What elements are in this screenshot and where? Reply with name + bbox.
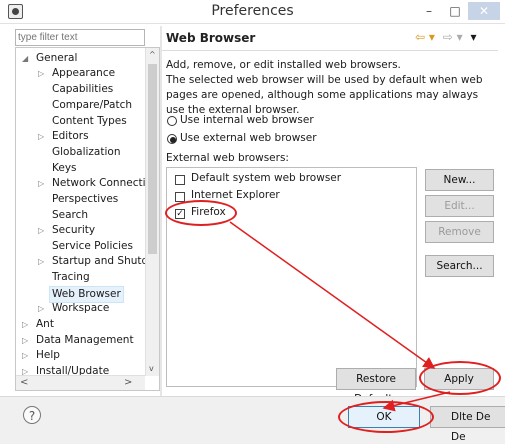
cancel-button[interactable]: Dlte De De	[430, 406, 505, 443]
expand-right-icon[interactable]: ▷	[38, 254, 44, 269]
filter-input[interactable]	[15, 29, 145, 46]
tree-item-general[interactable]: ◢ General	[22, 51, 77, 66]
tree-item-network[interactable]: ▷ Network Connecti	[38, 176, 146, 191]
tree-item-editors[interactable]: ▷ Editors	[38, 129, 89, 144]
new-button[interactable]: New...	[425, 169, 494, 191]
radio-internal-label[interactable]: Use internal web browser	[180, 114, 314, 126]
maximize-button[interactable]: □	[444, 2, 466, 20]
tree-item-data-management[interactable]: ▷ Data Management	[22, 333, 134, 348]
tree-item-content-types[interactable]: Content Types	[52, 114, 127, 129]
radio-external-label[interactable]: Use external web browser	[180, 132, 317, 144]
tree-item-security[interactable]: ▷ Security	[38, 223, 95, 238]
tree-vertical-scrollbar[interactable]: ^ v	[145, 48, 159, 376]
view-menu-icon[interactable]: ▾	[470, 30, 476, 44]
tree-item-help[interactable]: ▷ Help	[22, 348, 60, 363]
scroll-thumb[interactable]	[148, 64, 157, 254]
scroll-left-icon[interactable]: <	[20, 377, 28, 388]
back-arrow-icon[interactable]: ⇦ ▾	[415, 30, 435, 44]
tree-item-tracing[interactable]: Tracing	[52, 270, 90, 285]
minimize-button[interactable]: –	[418, 2, 440, 20]
annotation-ring-apply	[419, 361, 501, 395]
search-button[interactable]: Search...	[425, 255, 494, 277]
tree-item-service-policies[interactable]: Service Policies	[52, 239, 133, 254]
tree-item-keys[interactable]: Keys	[52, 161, 77, 176]
restore-defaults-button[interactable]: Restore Defaults	[336, 368, 416, 405]
tree-horizontal-scrollbar[interactable]: < >	[16, 375, 145, 390]
splitter[interactable]	[160, 26, 162, 396]
scroll-up-icon[interactable]: ^	[149, 50, 156, 59]
tree-item-startup[interactable]: ▷ Startup and Shutd	[38, 254, 148, 269]
page-description: Add, remove, or edit installed web brows…	[166, 59, 483, 116]
expand-right-icon[interactable]: ▷	[38, 66, 44, 81]
edit-button[interactable]: Edit...	[425, 195, 494, 217]
remove-button[interactable]: Remove	[425, 221, 494, 243]
radio-external-browser[interactable]	[167, 134, 177, 144]
forward-arrow-icon[interactable]: ⇨ ▾	[443, 30, 463, 44]
tree-item-search[interactable]: Search	[52, 208, 88, 223]
close-button[interactable]: ✕	[468, 2, 500, 20]
tree-item-globalization[interactable]: Globalization	[52, 145, 120, 160]
expand-right-icon[interactable]: ▷	[22, 348, 28, 363]
expand-right-icon[interactable]: ▷	[38, 176, 44, 191]
scroll-right-icon[interactable]: >	[124, 377, 132, 388]
tree-item-workspace[interactable]: ▷ Workspace	[38, 301, 109, 316]
page-title: Web Browser	[166, 31, 256, 45]
tree-item-compare-patch[interactable]: Compare/Patch	[52, 98, 132, 113]
browser-item-default-system[interactable]: Default system web browser	[191, 172, 341, 184]
preference-tree[interactable]: ◢ General ▷ Appearance Capabilities Compa…	[15, 47, 160, 391]
tree-item-perspectives[interactable]: Perspectives	[52, 192, 118, 207]
expand-right-icon[interactable]: ▷	[38, 129, 44, 144]
expand-down-icon[interactable]: ◢	[22, 51, 28, 66]
tree-item-ant[interactable]: ▷ Ant	[22, 317, 54, 332]
tree-item-capabilities[interactable]: Capabilities	[52, 82, 113, 97]
expand-right-icon[interactable]: ▷	[22, 317, 28, 332]
expand-right-icon[interactable]: ▷	[22, 333, 28, 348]
tree-item-appearance[interactable]: ▷ Appearance	[38, 66, 115, 81]
expand-right-icon[interactable]: ▷	[38, 301, 44, 316]
annotation-ring-firefox	[165, 200, 237, 226]
browser-list-label: External web browsers:	[166, 152, 289, 164]
page-navigation: ⇦ ▾ ⇨ ▾ ▾	[415, 30, 477, 44]
checkbox-default-system[interactable]	[175, 175, 185, 185]
annotation-ring-ok	[338, 401, 434, 433]
help-icon[interactable]: ?	[23, 406, 41, 424]
scroll-down-icon[interactable]: v	[149, 364, 154, 373]
expand-right-icon[interactable]: ▷	[38, 223, 44, 238]
radio-internal-browser[interactable]	[167, 116, 177, 126]
